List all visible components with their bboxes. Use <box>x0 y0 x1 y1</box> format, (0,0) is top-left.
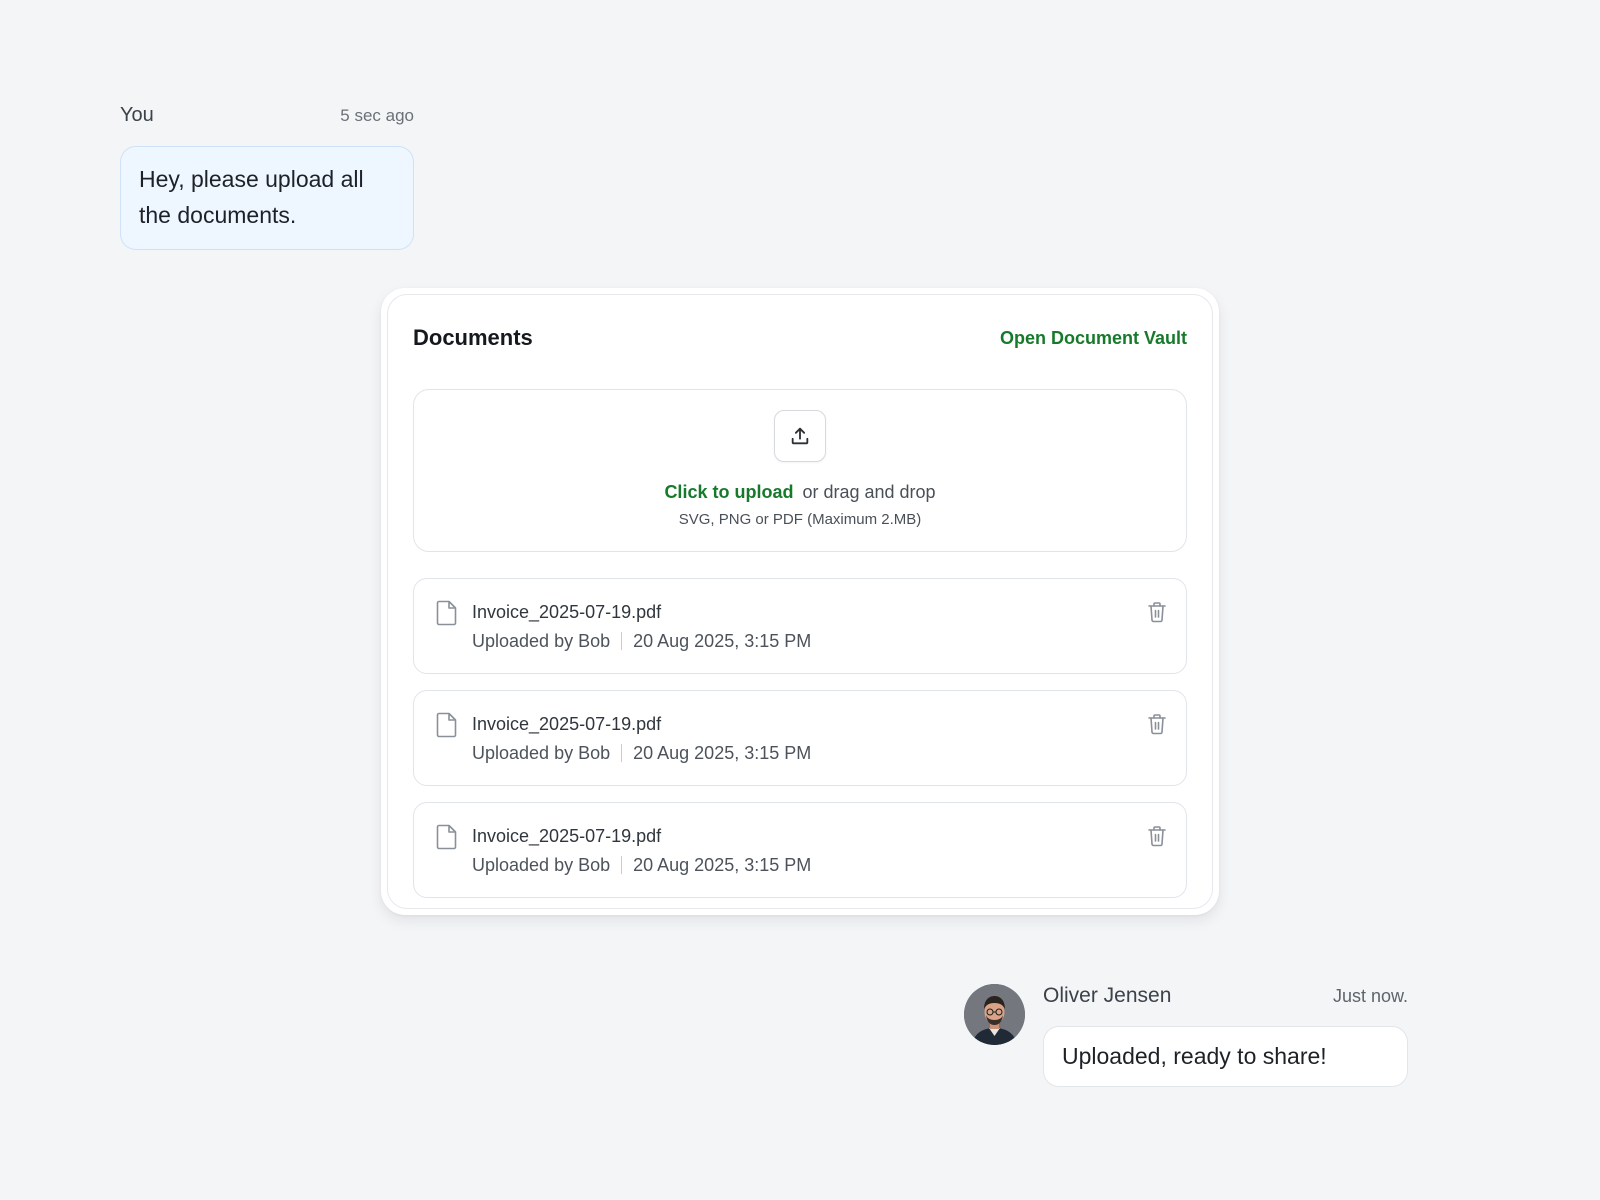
file-icon <box>436 600 457 626</box>
file-details: Invoice_2025-07-19.pdf Uploaded by Bob 2… <box>472 599 811 673</box>
file-icon <box>436 712 457 738</box>
file-details: Invoice_2025-07-19.pdf Uploaded by Bob 2… <box>472 823 811 897</box>
avatar-photo <box>964 984 1025 1045</box>
documents-title: Documents <box>413 325 533 350</box>
chat-page: You 5 sec ago Hey, please upload all the… <box>0 0 1600 1200</box>
file-meta: Uploaded by Bob 20 Aug 2025, 3:15 PM <box>472 852 811 878</box>
file-meta: Uploaded by Bob 20 Aug 2025, 3:15 PM <box>472 628 811 654</box>
drag-drop-text: or drag and drop <box>802 482 936 502</box>
file-name: Invoice_2025-07-19.pdf <box>472 714 662 734</box>
trash-icon <box>1148 714 1166 735</box>
open-document-vault-link[interactable]: Open Document Vault <box>1000 328 1187 349</box>
file-icon <box>436 824 457 850</box>
file-uploader: Uploaded by Bob <box>472 631 611 651</box>
incoming-message-column: Oliver Jensen Just now. Uploaded, ready … <box>1043 984 1408 1087</box>
delete-file-button[interactable] <box>1145 600 1169 624</box>
file-details: Invoice_2025-07-19.pdf Uploaded by Bob 2… <box>472 711 811 785</box>
message-time: Just now. <box>1332 986 1408 1006</box>
file-item[interactable]: Invoice_2025-07-19.pdf Uploaded by Bob 2… <box>413 690 1187 786</box>
file-list: Invoice_2025-07-19.pdf Uploaded by Bob 2… <box>413 578 1187 898</box>
upload-hint: SVG, PNG or PDF (Maximum 2.MB) <box>678 511 922 528</box>
documents-header: Documents Open Document Vault <box>413 319 1187 357</box>
upload-icon <box>791 427 809 445</box>
sender-name: You <box>120 104 154 126</box>
delete-file-button[interactable] <box>1145 824 1169 848</box>
file-item[interactable]: Invoice_2025-07-19.pdf Uploaded by Bob 2… <box>413 578 1187 674</box>
meta-divider <box>621 856 623 874</box>
documents-card: Documents Open Document Vault Click to u… <box>381 288 1219 915</box>
trash-icon <box>1148 602 1166 623</box>
delete-file-button[interactable] <box>1145 712 1169 736</box>
message-meta: Oliver Jensen Just now. <box>1043 984 1408 1014</box>
message-bubble: Uploaded, ready to share! <box>1043 1026 1408 1087</box>
file-item[interactable]: Invoice_2025-07-19.pdf Uploaded by Bob 2… <box>413 802 1187 898</box>
message-meta: You 5 sec ago <box>120 104 414 134</box>
file-name: Invoice_2025-07-19.pdf <box>472 602 662 622</box>
file-date: 20 Aug 2025, 3:15 PM <box>633 743 812 763</box>
file-meta: Uploaded by Bob 20 Aug 2025, 3:15 PM <box>472 740 811 766</box>
message-time: 5 sec ago <box>340 106 414 125</box>
upload-button[interactable] <box>774 410 826 462</box>
file-uploader: Uploaded by Bob <box>472 855 611 875</box>
file-date: 20 Aug 2025, 3:15 PM <box>633 855 812 875</box>
meta-divider <box>621 744 623 762</box>
upload-instructions: Click to upload or drag and drop <box>664 482 935 503</box>
file-uploader: Uploaded by Bob <box>472 743 611 763</box>
meta-divider <box>621 632 623 650</box>
message-bubble: Hey, please upload all the documents. <box>120 146 414 250</box>
file-name: Invoice_2025-07-19.pdf <box>472 826 662 846</box>
documents-card-inner: Documents Open Document Vault Click to u… <box>387 294 1213 909</box>
file-date: 20 Aug 2025, 3:15 PM <box>633 631 812 651</box>
avatar[interactable] <box>964 984 1025 1045</box>
outgoing-message: You 5 sec ago Hey, please upload all the… <box>120 104 414 250</box>
click-to-upload-link[interactable]: Click to upload <box>664 482 793 502</box>
sender-name: Oliver Jensen <box>1043 984 1172 1007</box>
trash-icon <box>1148 826 1166 847</box>
upload-dropzone[interactable]: Click to upload or drag and drop SVG, PN… <box>413 389 1187 552</box>
